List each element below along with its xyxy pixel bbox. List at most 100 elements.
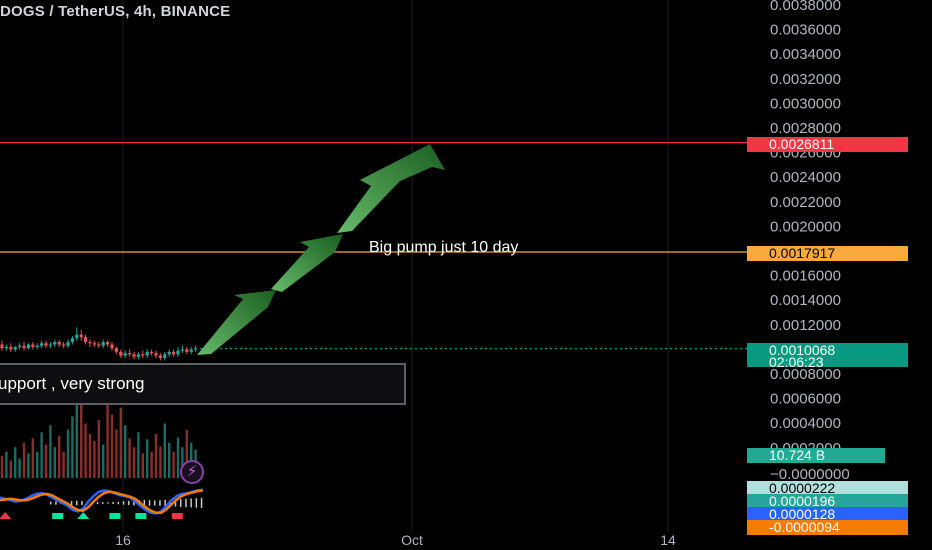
y-axis-tick-label: 0.0034000 [770, 46, 841, 63]
target-price-label: 0.0017917 [769, 245, 836, 261]
oscillator-value-4: -0.0000094 [769, 519, 840, 535]
candle-body [167, 351, 171, 355]
oscillator-histogram-bar [76, 500, 78, 506]
y-axis-tick-label: 0.0020000 [770, 218, 841, 235]
candle-body [4, 346, 8, 349]
volume-bar [132, 447, 136, 478]
volume-bar [5, 451, 8, 478]
candle-body [136, 354, 140, 357]
x-axis-tick-label: 14 [660, 532, 676, 548]
candle-body [48, 344, 52, 346]
volume-bar [36, 451, 39, 478]
volume-bar [93, 441, 96, 478]
volume-bar [163, 423, 166, 478]
oscillator-histogram-bar [55, 501, 57, 505]
oscillator-marker [0, 512, 12, 519]
candle-body [62, 344, 66, 346]
x-axis-tick-label: 16 [115, 532, 131, 548]
y-axis-tick-label: 0.0014000 [770, 292, 841, 309]
candle-body [180, 349, 184, 351]
candle-body [114, 348, 118, 352]
volume-bar [66, 429, 70, 478]
candle-body [88, 342, 92, 344]
candle-body [132, 354, 136, 357]
candle-body [0, 344, 4, 349]
volume-bar [128, 438, 131, 478]
volume-bar [97, 419, 100, 478]
lightning-icon[interactable]: ⚡ [180, 460, 204, 484]
oscillator-histogram-bar [190, 498, 192, 508]
oscillator-marker [109, 513, 121, 519]
chart-canvas[interactable]: 0.0038000 0.0036000 0.0034000 0.0032000 0.00… [0, 0, 932, 550]
volume-bar [58, 435, 61, 478]
y-axis-tick-label: 0.0006000 [770, 391, 841, 408]
volume-bar [27, 453, 30, 478]
candle-body [150, 351, 154, 354]
candle-body [92, 343, 96, 345]
y-axis-tick-label: 0.0030000 [770, 95, 841, 112]
oscillator-histogram-bar [148, 500, 151, 506]
candle-body [128, 353, 132, 355]
candle-body [176, 350, 180, 355]
oscillator-histogram-bar [81, 500, 83, 506]
candle-body [106, 342, 110, 345]
oscillator-histogram-bar [128, 500, 130, 506]
candle-body [97, 344, 101, 346]
projection-arrow [197, 290, 276, 355]
candle-body [75, 334, 79, 339]
support-annotation-text: upport , very strong [0, 374, 145, 393]
oscillator-histogram-bar [50, 501, 52, 505]
oscillator-histogram-bar [200, 497, 203, 509]
oscillator-histogram-bar [112, 502, 114, 504]
oscillator-histogram-bar [107, 502, 109, 504]
pump-annotation-text: Big pump just 10 day [369, 239, 519, 256]
candle-body [35, 345, 39, 347]
candle-body [145, 351, 149, 356]
candle-body [185, 349, 189, 352]
volume-bar [141, 453, 144, 478]
candle-body [84, 337, 88, 343]
candle-body [101, 342, 105, 346]
y-axis-tick-label: 0.0024000 [770, 169, 841, 186]
volume-bar [119, 407, 122, 478]
candle-body [9, 346, 13, 350]
candle-body [26, 344, 30, 349]
volume-bar [44, 444, 48, 478]
volume-badge: 10.724 B [747, 448, 885, 463]
volume-bar [0, 456, 4, 478]
candle-body [44, 343, 48, 346]
volume-bar [115, 429, 118, 478]
y-axis-tick-label: 0.0032000 [770, 71, 841, 88]
oscillator-histogram-bar [185, 498, 187, 508]
candle-body [163, 354, 167, 359]
candle-body [70, 338, 74, 343]
oscillator-slow-line [0, 489, 203, 515]
volume-bar [110, 414, 114, 478]
candle-body [66, 342, 70, 346]
oscillator-histogram-bar [117, 501, 120, 505]
y-axis-tick-label: 0.0016000 [770, 268, 841, 285]
candle-body [18, 345, 22, 347]
trading-chart[interactable]: 0.0038000 0.0036000 0.0034000 0.0032000 0.00… [0, 0, 932, 550]
candle-body [110, 344, 114, 349]
volume-bar [80, 403, 83, 478]
candle-body [31, 344, 35, 347]
candle-body [194, 348, 198, 350]
volume-bar [49, 425, 52, 478]
oscillator-histogram-bar [159, 500, 161, 506]
oscillator-marker [171, 513, 183, 519]
candle-body [57, 342, 61, 345]
volume-bar [14, 447, 17, 478]
volume-bar [172, 451, 175, 478]
volume-bar [137, 432, 140, 478]
candle-body [154, 353, 158, 356]
support-annotation-box[interactable]: upport , very strong [0, 363, 406, 405]
y-axis-tick-label: 0.0028000 [770, 120, 841, 137]
volume-bar [159, 446, 162, 478]
volume-bar [31, 438, 34, 478]
oscillator-histogram-bar [122, 501, 125, 505]
oscillator-histogram-bar [70, 501, 73, 505]
volume-bar [84, 423, 87, 478]
volume-bar [154, 434, 158, 478]
volume-bar [53, 447, 56, 478]
